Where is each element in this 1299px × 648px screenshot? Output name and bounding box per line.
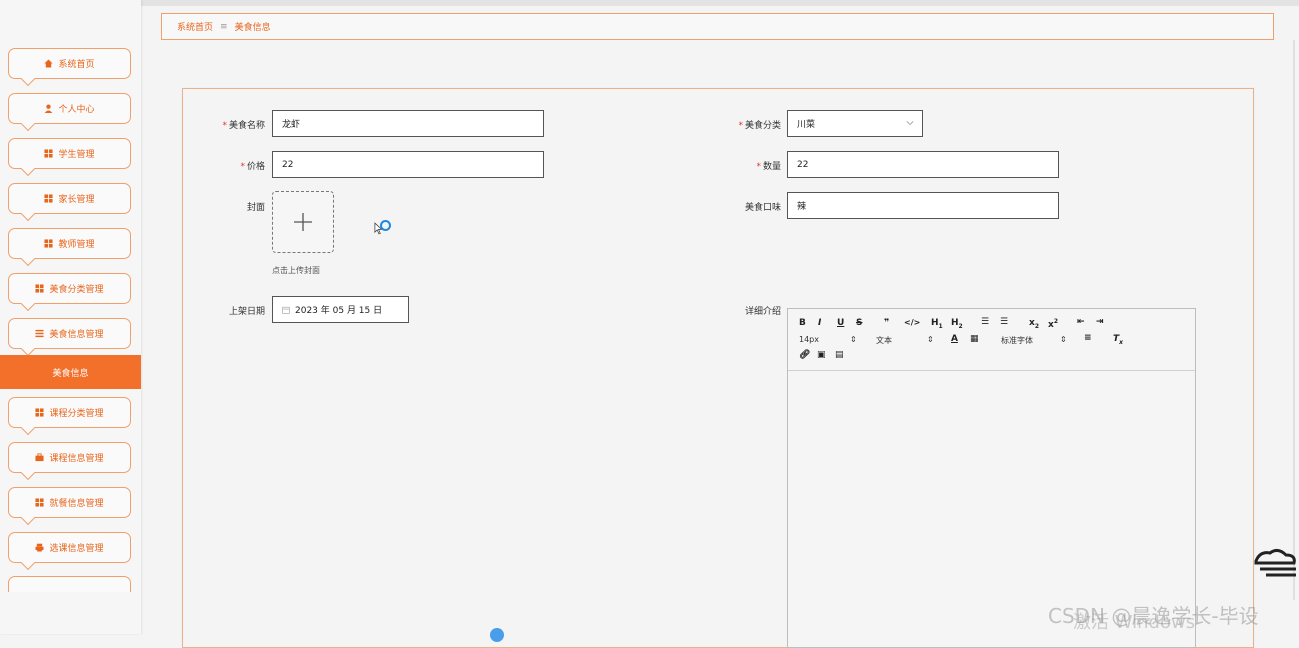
- sidebar-item-teachers[interactable]: 教师管理: [8, 228, 131, 259]
- sidebar-item-more[interactable]: [8, 576, 131, 592]
- breadcrumb-current: 美食信息: [234, 23, 271, 33]
- print-icon: [35, 543, 45, 552]
- price-label: * 价格: [240, 162, 265, 172]
- sidebar-item-label: 系统首页: [58, 60, 95, 70]
- background-color-icon[interactable]: ▦: [970, 334, 979, 344]
- subscript-button[interactable]: x2: [1029, 318, 1039, 330]
- user-icon: [44, 104, 53, 113]
- sidebar-item-label: 个人中心: [58, 105, 95, 115]
- grid-icon: [35, 284, 45, 293]
- home-icon: [44, 59, 54, 68]
- italic-button[interactable]: I: [818, 318, 821, 328]
- chevron-down-icon: [906, 119, 914, 127]
- loading-spinner-icon: [380, 220, 391, 231]
- list-icon: [35, 329, 45, 338]
- superscript-button[interactable]: x2: [1048, 318, 1058, 330]
- font-size-select[interactable]: 14px: [799, 335, 819, 344]
- sidebar-item-label: 课程分类管理: [49, 409, 104, 419]
- sidebar-item-course-selection[interactable]: 选课信息管理: [8, 532, 131, 563]
- sidebar-item-label: 课程信息管理: [49, 454, 104, 464]
- grid-icon: [35, 498, 45, 507]
- date-picker[interactable]: 2023 年 05 月 15 日: [272, 296, 409, 323]
- sidebar-item-home[interactable]: 系统首页: [8, 48, 131, 79]
- paragraph-select[interactable]: 文本: [876, 335, 892, 346]
- sidebar-item-label: 就餐信息管理: [49, 499, 104, 509]
- category-select[interactable]: 川菜: [787, 110, 923, 137]
- name-field[interactable]: 龙虾: [272, 110, 544, 137]
- editor-toolbar: B I U S ❞ </> H1 H2 ☰ ☰ x2 x2 ⇤ ⇥ 14px ⇕…: [788, 309, 1195, 371]
- sidebar-item-label: 选课信息管理: [49, 544, 104, 554]
- quantity-label: * 数量: [756, 162, 781, 172]
- sidebar-item-food-categories[interactable]: 美食分类管理: [8, 273, 131, 304]
- sidebar-item-profile[interactable]: 个人中心: [8, 93, 131, 124]
- breadcrumb-separator: ≡: [220, 21, 228, 32]
- sidebar-subitem-food-info[interactable]: 美食信息: [0, 355, 141, 389]
- font-size-chevron-icon: ⇕: [850, 335, 857, 344]
- image-icon[interactable]: ▣: [817, 350, 826, 360]
- outdent-icon[interactable]: ⇤: [1077, 317, 1085, 327]
- sidebar: 系统首页 个人中心 学生管理 家长管理 教师管理 美食分类管理 美食信息管理 美…: [0, 0, 141, 634]
- taste-field[interactable]: 辣: [787, 192, 1059, 219]
- font-color-button[interactable]: A: [951, 334, 958, 344]
- rich-text-editor: B I U S ❞ </> H1 H2 ☰ ☰ x2 x2 ⇤ ⇥ 14px ⇕…: [787, 308, 1196, 648]
- food-info-form: * 美食名称 龙虾 * 美食分类 川菜 * 价格 22 * 数量 22 封面 点击上传封…: [182, 88, 1254, 648]
- breadcrumb: 系统首页 ≡ 美食信息: [161, 13, 1274, 40]
- detail-label: 详细介绍: [744, 307, 781, 317]
- date-label: 上架日期: [228, 307, 265, 317]
- sidebar-item-label: 美食分类管理: [49, 285, 104, 295]
- sidebar-item-course-info[interactable]: 课程信息管理: [8, 442, 131, 473]
- sidebar-item-label: 家长管理: [58, 195, 95, 205]
- font-family-chevron-icon: ⇕: [1060, 335, 1067, 344]
- cover-label: 封面: [246, 203, 265, 213]
- blockquote-icon[interactable]: ❞: [884, 318, 889, 328]
- align-icon[interactable]: ≡: [1084, 333, 1092, 343]
- cover-upload-hint: 点击上传封面: [272, 266, 320, 275]
- bold-button[interactable]: B: [799, 318, 806, 328]
- video-icon[interactable]: ▤: [835, 350, 844, 360]
- strike-button[interactable]: S: [856, 318, 862, 328]
- cloud-logo-icon: [1252, 547, 1298, 580]
- grid-icon: [35, 408, 45, 417]
- windows-activation-watermark: 激活 Windows: [1073, 612, 1196, 633]
- scroll-indicator: [490, 628, 504, 642]
- paragraph-chevron-icon: ⇕: [927, 335, 934, 344]
- heading1-button[interactable]: H1: [931, 318, 943, 330]
- sidebar-subitem-label: 美食信息: [52, 368, 89, 379]
- heading2-button[interactable]: H2: [951, 318, 963, 330]
- code-block-icon[interactable]: </>: [904, 318, 920, 327]
- taste-label: 美食口味: [744, 203, 781, 213]
- indent-icon[interactable]: ⇥: [1096, 317, 1104, 327]
- price-field[interactable]: 22: [272, 151, 544, 178]
- plus-icon: [294, 213, 312, 231]
- sidebar-item-dining-info[interactable]: 就餐信息管理: [8, 487, 131, 518]
- grid-icon: [44, 194, 54, 203]
- ordered-list-icon[interactable]: ☰: [981, 317, 989, 327]
- sidebar-item-students[interactable]: 学生管理: [8, 138, 131, 169]
- sidebar-item-label: 教师管理: [58, 240, 95, 250]
- cover-upload[interactable]: [272, 191, 334, 253]
- breadcrumb-home[interactable]: 系统首页: [177, 20, 213, 33]
- category-label: * 美食分类: [738, 121, 781, 131]
- briefcase-icon: [35, 453, 45, 462]
- bullet-list-icon[interactable]: ☰: [1000, 317, 1008, 327]
- grid-icon: [44, 149, 54, 158]
- window-top-bar: [0, 0, 1299, 6]
- sidebar-item-course-categories[interactable]: 课程分类管理: [8, 397, 131, 428]
- page-scrollbar[interactable]: [1293, 40, 1295, 600]
- grid-icon: [44, 239, 54, 248]
- sidebar-item-food-info[interactable]: 美食信息管理: [8, 318, 131, 349]
- font-family-select[interactable]: 标准字体: [1001, 335, 1033, 346]
- sidebar-item-parents[interactable]: 家长管理: [8, 183, 131, 214]
- sidebar-item-label: 学生管理: [58, 150, 95, 160]
- clear-format-icon[interactable]: Tx: [1113, 334, 1123, 346]
- calendar-icon: [282, 306, 290, 314]
- name-label: * 美食名称: [222, 121, 265, 131]
- underline-button[interactable]: U: [837, 318, 844, 328]
- sidebar-item-label: 美食信息管理: [49, 330, 104, 340]
- quantity-field[interactable]: 22: [787, 151, 1059, 178]
- link-icon[interactable]: 🔗︎: [799, 350, 810, 360]
